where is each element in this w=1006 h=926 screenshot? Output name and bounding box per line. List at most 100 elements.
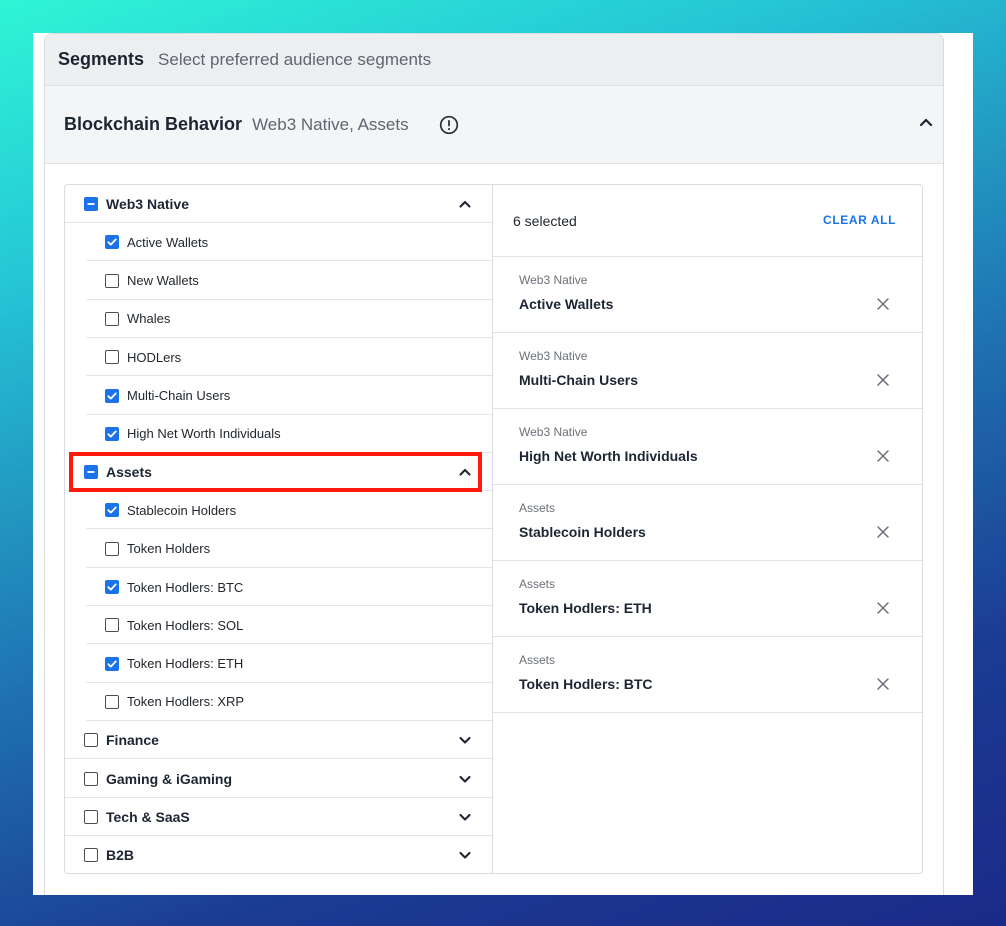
selected-item-token-hodlers-eth: Assets Token Hodlers: ETH	[493, 561, 922, 637]
tree-group-web3-native[interactable]: Web3 Native	[65, 185, 493, 223]
checkbox-checked-icon[interactable]	[105, 388, 119, 403]
info-circle-icon[interactable]	[439, 115, 459, 135]
selected-item-category: Assets	[519, 577, 556, 591]
tree-item-label: Active Wallets	[127, 234, 209, 250]
chevron-down-icon[interactable]	[458, 772, 472, 786]
chevron-up-icon[interactable]	[918, 114, 934, 130]
tree-item-token-holders[interactable]: Token Holders	[65, 530, 493, 568]
segment-tree: Web3 Native Active Wallets New Wallets Whal…	[64, 184, 493, 874]
tree-item-token-hodlers-sol[interactable]: Token Hodlers: SOL	[65, 606, 493, 645]
tree-group-tech-saas[interactable]: Tech & SaaS	[65, 798, 493, 836]
selected-item-active-wallets: Web3 Native Active Wallets	[493, 257, 922, 333]
close-icon[interactable]	[876, 297, 890, 311]
tree-item-label: Token Hodlers: SOL	[127, 617, 244, 633]
selected-item-category: Web3 Native	[519, 273, 588, 287]
checkbox-checked-icon[interactable]	[105, 426, 119, 441]
tree-item-whales[interactable]: Whales	[65, 300, 493, 338]
row-divider	[65, 873, 493, 874]
tree-item-label: New Wallets	[127, 273, 199, 289]
tree-item-token-hodlers-btc[interactable]: Token Hodlers: BTC	[65, 568, 493, 606]
checkbox-unchecked-icon[interactable]	[84, 733, 98, 748]
card-subtitle: Select preferred audience segments	[158, 49, 432, 69]
checkbox-checked-icon[interactable]	[105, 580, 119, 594]
checkbox-unchecked-icon[interactable]	[84, 848, 98, 863]
tree-item-label: Whales	[127, 311, 171, 327]
tree-item-label: High Net Worth Individuals	[127, 426, 281, 442]
tree-item-label: Token Hodlers: XRP	[127, 694, 245, 710]
selected-item-name: Active Wallets	[519, 296, 614, 312]
segments-body: Web3 Native Active Wallets New Wallets Whal…	[64, 184, 924, 874]
tree-group-assets[interactable]: Assets	[65, 453, 493, 492]
segments-window: Segments Select preferred audience segme…	[33, 33, 973, 895]
checkbox-indeterminate-icon[interactable]	[84, 465, 98, 480]
checkbox-unchecked-icon[interactable]	[84, 771, 98, 786]
tree-item-label: Stablecoin Holders	[127, 502, 237, 518]
checkbox-checked-icon[interactable]	[105, 656, 119, 671]
selected-item-name: Token Hodlers: BTC	[519, 676, 653, 692]
tree-group-b2b[interactable]: B2B	[65, 836, 493, 874]
checkbox-unchecked-icon[interactable]	[105, 694, 119, 709]
selected-header: 6 selected CLEAR ALL	[493, 185, 922, 257]
selected-item-category: Assets	[519, 653, 556, 667]
selected-item-category: Web3 Native	[519, 425, 588, 439]
section-subtitle: Web3 Native, Assets	[252, 114, 409, 134]
tree-item-active-wallets[interactable]: Active Wallets	[65, 223, 493, 262]
selected-item-name: High Net Worth Individuals	[519, 448, 698, 464]
checkbox-unchecked-icon[interactable]	[84, 809, 98, 824]
selected-list: Web3 Native Active Wallets Web3 Native Mult…	[493, 257, 922, 713]
tree-item-label: HODLers	[127, 349, 182, 365]
chevron-up-icon[interactable]	[458, 465, 472, 479]
chevron-down-icon[interactable]	[458, 810, 472, 824]
selected-item-name: Multi-Chain Users	[519, 372, 639, 388]
selected-item-multi-chain-users: Web3 Native Multi-Chain Users	[493, 333, 922, 409]
checkbox-checked-icon[interactable]	[105, 235, 119, 250]
checkbox-unchecked-icon[interactable]	[105, 350, 119, 365]
tree-item-token-hodlers-xrp[interactable]: Token Hodlers: XRP	[65, 683, 493, 721]
selected-item-high-net-worth-individuals: Web3 Native High Net Worth Individuals	[493, 409, 922, 485]
chevron-up-icon[interactable]	[458, 197, 472, 211]
card-header: Segments Select preferred audience segme…	[45, 34, 943, 86]
close-icon[interactable]	[876, 601, 890, 615]
close-icon[interactable]	[876, 373, 890, 387]
checkbox-unchecked-icon[interactable]	[105, 541, 119, 556]
card-title: Segments	[58, 49, 145, 69]
tree-item-token-hodlers-eth[interactable]: Token Hodlers: ETH	[65, 645, 493, 683]
tree-item-high-net-worth-individuals[interactable]: High Net Worth Individuals	[65, 415, 493, 453]
selected-item-token-hodlers-btc: Assets Token Hodlers: BTC	[493, 637, 922, 713]
close-icon[interactable]	[876, 677, 890, 691]
clear-all-button[interactable]: CLEAR ALL	[823, 213, 896, 227]
selected-item-name: Token Hodlers: ETH	[519, 600, 652, 616]
tree-item-label: Token Hodlers: ETH	[127, 656, 244, 672]
checkbox-checked-icon[interactable]	[105, 503, 119, 518]
selected-item-category: Web3 Native	[519, 349, 588, 363]
checkbox-unchecked-icon[interactable]	[105, 311, 119, 326]
tree-group-label: Tech & SaaS	[106, 808, 190, 825]
chevron-down-icon[interactable]	[458, 848, 472, 862]
close-icon[interactable]	[876, 525, 890, 539]
segments-card: Segments Select preferred audience segme…	[44, 33, 944, 895]
section-header-blockchain-behavior[interactable]: Blockchain Behavior Web3 Native, Assets	[45, 86, 943, 164]
checkbox-unchecked-icon[interactable]	[105, 273, 119, 288]
tree-item-stablecoin-holders[interactable]: Stablecoin Holders	[65, 491, 493, 530]
selected-item-category: Assets	[519, 501, 556, 515]
selected-count: 6 selected	[513, 212, 577, 229]
tree-group-label: Finance	[106, 732, 159, 749]
chevron-down-icon[interactable]	[458, 733, 472, 747]
close-icon[interactable]	[876, 449, 890, 463]
tree-item-multi-chain-users[interactable]: Multi-Chain Users	[65, 377, 493, 415]
tree-item-label: Multi-Chain Users	[127, 388, 231, 403]
tree-group-label: Web3 Native	[106, 196, 189, 212]
tree-group-gaming-igaming[interactable]: Gaming & iGaming	[65, 760, 493, 798]
checkbox-unchecked-icon[interactable]	[105, 618, 119, 633]
tree-group-finance[interactable]: Finance	[65, 721, 493, 760]
tree-group-label: Gaming & iGaming	[106, 770, 233, 787]
checkbox-indeterminate-icon[interactable]	[84, 197, 98, 211]
tree-item-hodlers[interactable]: HODLers	[65, 338, 493, 377]
selected-item-stablecoin-holders: Assets Stablecoin Holders	[493, 485, 922, 561]
tree-group-label: B2B	[106, 847, 135, 864]
tree-item-label: Token Holders	[127, 541, 211, 557]
tree-group-label: Assets	[106, 464, 152, 481]
selected-item-name: Stablecoin Holders	[519, 524, 646, 540]
selected-panel: 6 selected CLEAR ALL Web3 Native Active W…	[492, 184, 923, 874]
tree-item-new-wallets[interactable]: New Wallets	[65, 262, 493, 300]
